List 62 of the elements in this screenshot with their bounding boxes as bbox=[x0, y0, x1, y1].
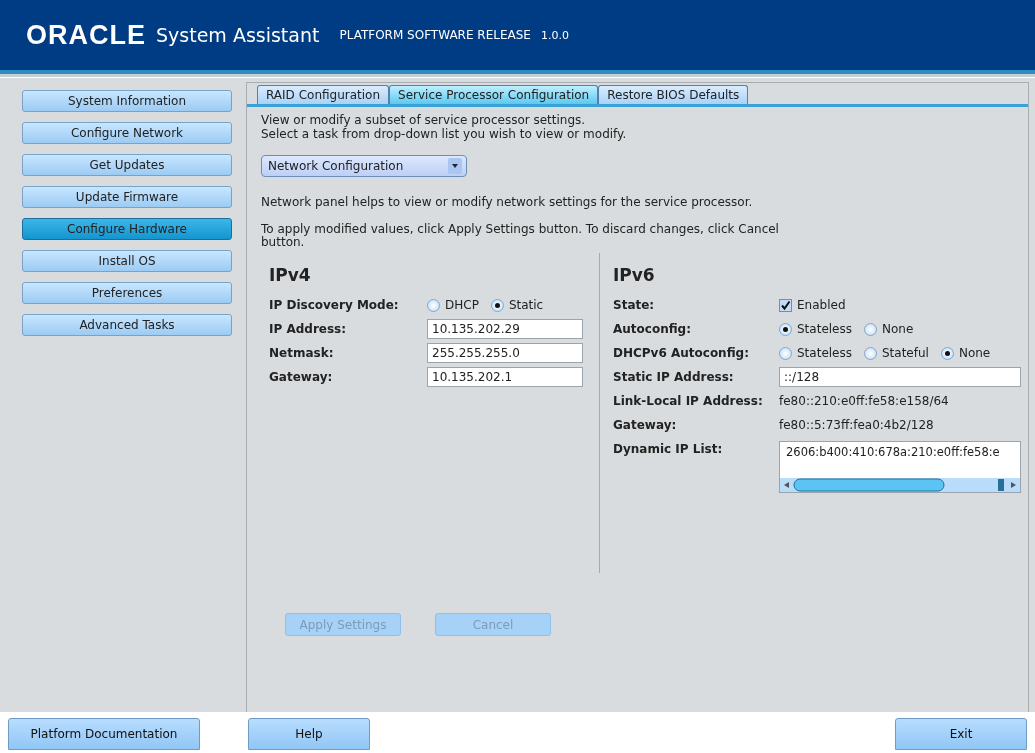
tab[interactable]: Restore BIOS Defaults bbox=[598, 85, 749, 104]
field-label: Gateway: bbox=[613, 418, 677, 432]
scrollbar[interactable] bbox=[780, 478, 1020, 492]
radio-label: None bbox=[958, 346, 991, 360]
radio-button[interactable] bbox=[940, 346, 954, 360]
list-item[interactable]: 2606:b400:410:678a:210:e0ff:fe58:e bbox=[780, 442, 1020, 459]
tab[interactable]: RAID Configuration bbox=[257, 85, 390, 104]
field-value: fe80::5:73ff:fea0:4b2/128 bbox=[779, 418, 934, 432]
product-name: System Assistant bbox=[156, 24, 320, 46]
sidebar-item[interactable]: Configure Hardware bbox=[22, 218, 232, 240]
footer-button[interactable]: Help bbox=[248, 718, 370, 750]
field-label: Link-Local IP Address: bbox=[613, 394, 763, 408]
field-label: Netmask: bbox=[269, 346, 334, 360]
task-dropdown[interactable]: Network Configuration bbox=[261, 155, 467, 177]
field-label: IP Discovery Mode: bbox=[269, 298, 399, 312]
radio-label: Stateful bbox=[882, 346, 929, 360]
input-field[interactable]: 10.135.202.29 bbox=[427, 319, 583, 339]
sidebar-item[interactable]: Advanced Tasks bbox=[22, 314, 232, 336]
version: 1.0.0 bbox=[540, 28, 569, 42]
radio-label: Stateless bbox=[797, 346, 852, 360]
description-text: Network panel helps to view or modify network settings for the service processor. bbox=[261, 195, 754, 209]
tab[interactable]: Service Processor Configuration bbox=[389, 85, 599, 104]
sidebar-item[interactable]: System Information bbox=[22, 90, 232, 112]
input-field[interactable]: ::/128 bbox=[779, 367, 1021, 387]
intro-text: View or modify a subset of service processor settings. bbox=[261, 113, 587, 127]
sidebar-item[interactable]: Preferences bbox=[22, 282, 232, 304]
field-label: Static IP Address: bbox=[613, 370, 734, 384]
sidebar-item[interactable]: Get Updates bbox=[22, 154, 232, 176]
input-field[interactable]: 255.255.255.0 bbox=[427, 343, 583, 363]
sidebar-item[interactable]: Install OS bbox=[22, 250, 232, 272]
footer-button[interactable]: Platform Documentation bbox=[8, 718, 200, 750]
input-field[interactable]: 10.135.202.1 bbox=[427, 367, 583, 387]
field-label: Dynamic IP List: bbox=[613, 442, 723, 456]
radio-label: None bbox=[882, 322, 914, 336]
field-label: Gateway: bbox=[269, 370, 333, 384]
section-title: IPv6 bbox=[613, 265, 655, 285]
intro-text: Select a task from drop-down list you wish to view or modify. bbox=[261, 127, 628, 141]
field-value: fe80::210:e0ff:fe58:e158/64 bbox=[779, 394, 949, 408]
logo: ORACLE bbox=[26, 19, 146, 51]
checkbox[interactable] bbox=[779, 298, 792, 312]
radio-button[interactable] bbox=[427, 298, 440, 312]
ip-list[interactable]: 2606:b400:410:678a:210:e0ff:fe58:e bbox=[779, 441, 1021, 493]
dropdown-caret-icon bbox=[448, 158, 462, 174]
release-label: PLATFORM SOFTWARE RELEASE bbox=[339, 28, 531, 42]
field-label: Autoconfig: bbox=[613, 322, 691, 336]
radio-label: Stateless bbox=[797, 322, 852, 336]
field-label: State: bbox=[613, 298, 655, 312]
checkbox-label: Enabled bbox=[797, 298, 846, 312]
radio-button[interactable] bbox=[864, 346, 877, 360]
radio-label: DHCP bbox=[445, 298, 479, 312]
radio-button[interactable] bbox=[490, 298, 504, 312]
instruction-text: To apply modified values, click Apply Settings button. To discard changes, click Cancel button. bbox=[261, 223, 780, 249]
radio-button[interactable] bbox=[864, 322, 877, 336]
section-title: IPv4 bbox=[269, 265, 311, 285]
field-label: DHCPv6 Autoconfig: bbox=[613, 346, 749, 360]
radio-label: Static bbox=[508, 298, 544, 312]
radio-button[interactable] bbox=[779, 346, 792, 360]
sidebar-item[interactable]: Configure Network bbox=[22, 122, 232, 144]
exit-button[interactable]: Exit bbox=[895, 718, 1027, 750]
sidebar-item[interactable]: Update Firmware bbox=[22, 186, 232, 208]
field-label: IP Address: bbox=[269, 322, 347, 336]
radio-button[interactable] bbox=[779, 322, 792, 336]
